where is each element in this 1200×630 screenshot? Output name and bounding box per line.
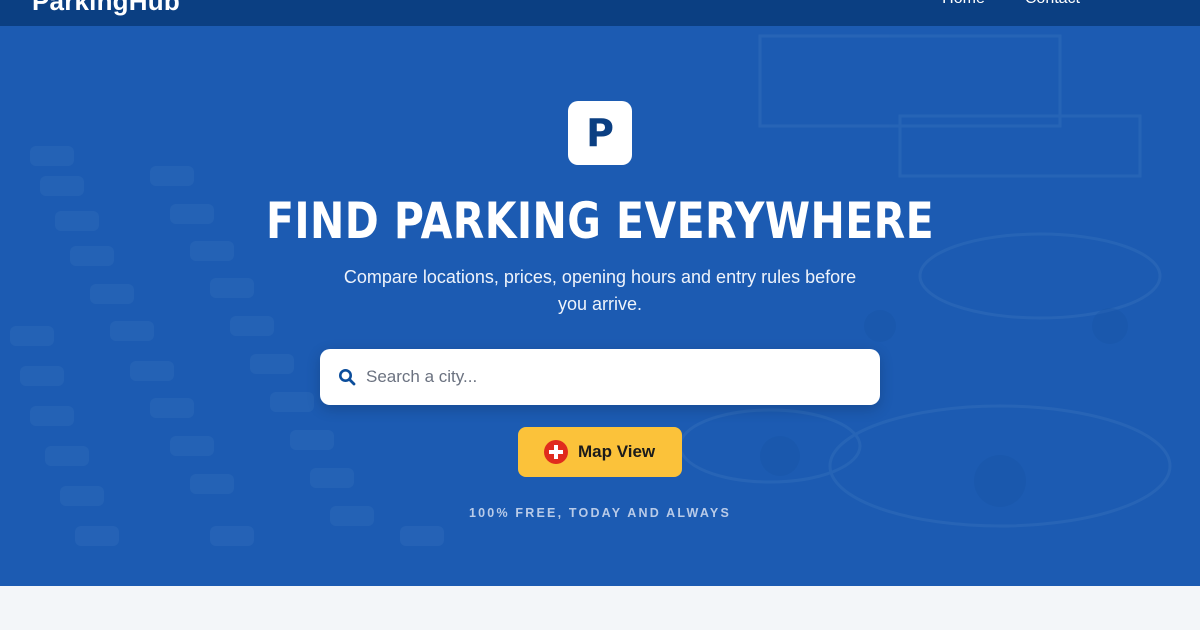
parking-p-icon: P <box>586 111 614 155</box>
nav-link-contact[interactable]: Contact <box>1025 0 1080 8</box>
lower-content-section <box>0 586 1200 630</box>
hero-content: P FIND PARKING EVERYWHERE Compare locati… <box>0 26 1200 586</box>
city-search-input[interactable] <box>366 357 866 397</box>
hero-headline: FIND PARKING EVERYWHERE <box>265 192 935 250</box>
nav-link-home[interactable]: Home <box>942 0 985 8</box>
top-navbar: ParkingHub Home Contact <box>0 0 1200 26</box>
parking-logo-badge: P <box>568 101 632 165</box>
hero-section: P FIND PARKING EVERYWHERE Compare locati… <box>0 26 1200 586</box>
hero-subtext: Compare locations, prices, opening hours… <box>343 267 857 314</box>
search-icon <box>339 369 356 386</box>
main-nav: Home Contact <box>942 0 1080 8</box>
city-search-bar[interactable] <box>320 349 880 405</box>
free-tagline: 100% FREE, TODAY AND ALWAYS <box>468 506 731 520</box>
brand-logo[interactable]: ParkingHub <box>32 0 180 17</box>
map-view-label: Map View <box>578 442 656 461</box>
map-view-button[interactable]: Map View <box>518 427 682 477</box>
swiss-cross-icon <box>544 440 568 464</box>
